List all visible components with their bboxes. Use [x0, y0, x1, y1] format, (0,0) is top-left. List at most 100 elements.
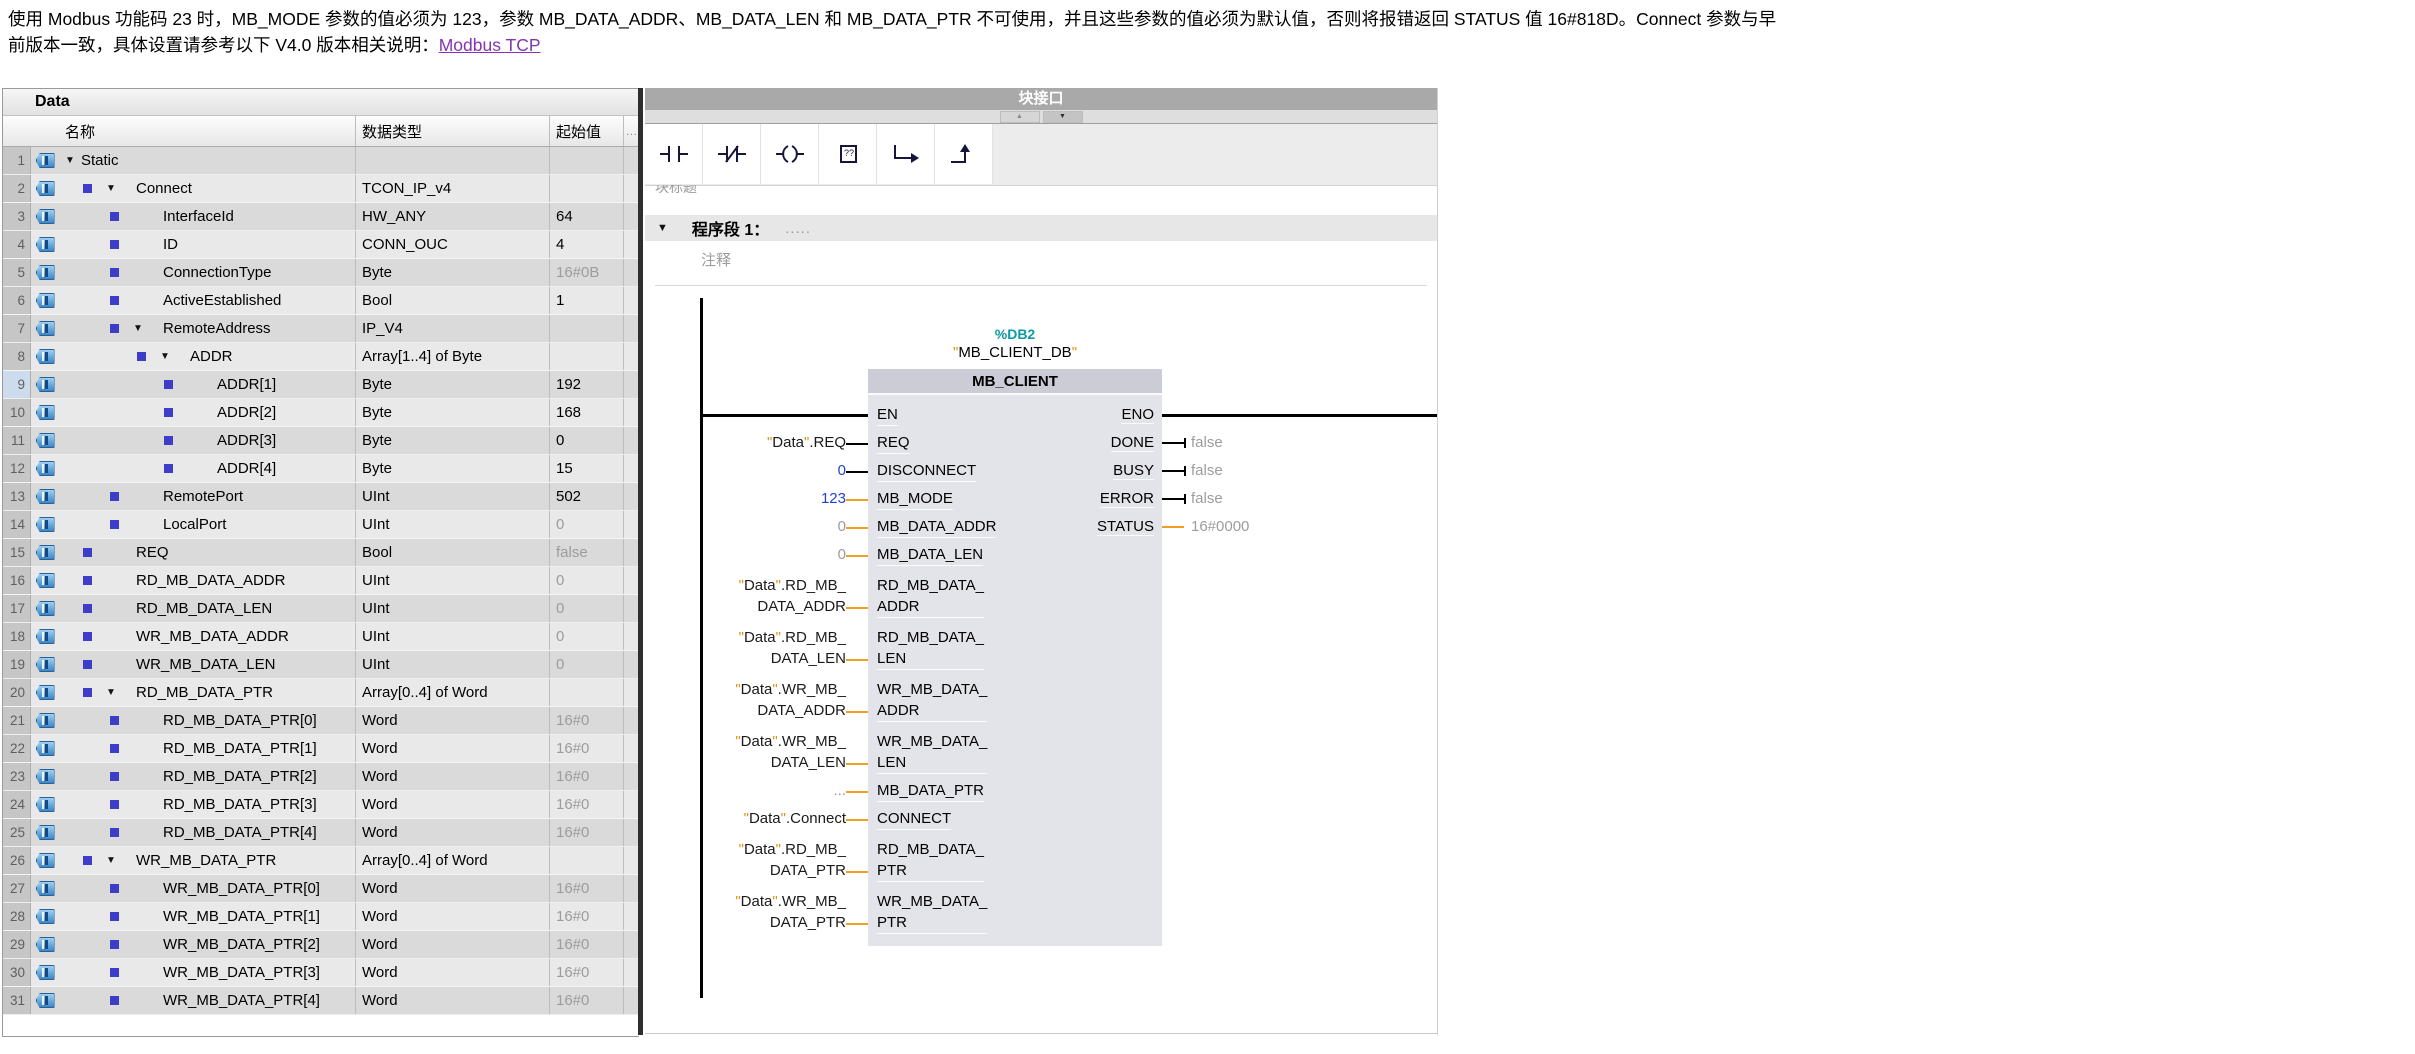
- cell-startvalue[interactable]: [549, 679, 623, 706]
- cell-name[interactable]: ▼ InterfaceId: [59, 203, 355, 230]
- cell-startvalue[interactable]: 16#0: [549, 903, 623, 930]
- cell-name[interactable]: ▼ ADDR: [59, 343, 355, 370]
- expand-caret-icon[interactable]: ▼: [65, 155, 75, 166]
- cell-startvalue[interactable]: 16#0: [549, 791, 623, 818]
- cell-datatype[interactable]: UInt: [355, 623, 549, 650]
- cell-datatype[interactable]: Word: [355, 791, 549, 818]
- cell-name[interactable]: ▼ RemotePort: [59, 483, 355, 510]
- pin-operand[interactable]: 123: [700, 488, 846, 510]
- header-startvalue[interactable]: 起始值: [549, 116, 623, 146]
- expand-caret-icon[interactable]: ▼: [106, 183, 116, 194]
- cell-startvalue[interactable]: 0: [549, 623, 623, 650]
- pin-operand[interactable]: "Data".RD_MB_ DATA_ADDR: [700, 575, 846, 618]
- header-more[interactable]: …: [623, 116, 639, 146]
- pin-operand[interactable]: ...: [700, 780, 846, 802]
- cell-startvalue[interactable]: 16#0: [549, 931, 623, 958]
- header-datatype[interactable]: 数据类型: [355, 116, 549, 146]
- expand-caret-icon[interactable]: ▼: [160, 351, 170, 362]
- cell-startvalue[interactable]: [549, 175, 623, 202]
- cell-datatype[interactable]: UInt: [355, 567, 549, 594]
- cell-startvalue[interactable]: [549, 343, 623, 370]
- instance-db-number[interactable]: %DB2: [868, 326, 1162, 342]
- pin-label[interactable]: MB_DATA_PTR: [868, 780, 984, 802]
- network-comment[interactable]: 注释: [701, 249, 731, 270]
- cell-startvalue[interactable]: false: [549, 539, 623, 566]
- pin-operand[interactable]: "Data".WR_MB_ DATA_PTR: [700, 891, 846, 934]
- contact-open-icon[interactable]: [645, 124, 703, 184]
- splitter-collapse-up-button[interactable]: ▲: [1000, 111, 1040, 123]
- cell-name[interactable]: ▼ ADDR[1]: [59, 371, 355, 398]
- pin-label[interactable]: MB_DATA_LEN: [868, 544, 983, 566]
- header-name[interactable]: 名称: [59, 116, 355, 146]
- cell-datatype[interactable]: Byte: [355, 259, 549, 286]
- cell-datatype[interactable]: Bool: [355, 287, 549, 314]
- coil-icon[interactable]: [761, 124, 819, 184]
- cell-startvalue[interactable]: 16#0B: [549, 259, 623, 286]
- pin-label[interactable]: MB_MODE: [868, 488, 953, 510]
- cell-datatype[interactable]: Array[0..4] of Word: [355, 847, 549, 874]
- cell-datatype[interactable]: Byte: [355, 427, 549, 454]
- pin-operand[interactable]: 0: [700, 544, 846, 566]
- modbus-tcp-link[interactable]: Modbus TCP: [439, 35, 541, 55]
- cell-startvalue[interactable]: 0: [549, 567, 623, 594]
- cell-datatype[interactable]: Word: [355, 931, 549, 958]
- cell-startvalue[interactable]: 0: [549, 511, 623, 538]
- cell-startvalue[interactable]: 0: [549, 427, 623, 454]
- pin-label[interactable]: REQ: [868, 432, 910, 454]
- cell-name[interactable]: ▼ RD_MB_DATA_LEN: [59, 595, 355, 622]
- cell-datatype[interactable]: Word: [355, 987, 549, 1014]
- cell-startvalue[interactable]: [549, 315, 623, 342]
- cell-datatype[interactable]: UInt: [355, 651, 549, 678]
- cell-datatype[interactable]: Byte: [355, 371, 549, 398]
- cell-datatype[interactable]: Array[0..4] of Word: [355, 679, 549, 706]
- cell-datatype[interactable]: Word: [355, 819, 549, 846]
- open-branch-icon[interactable]: [877, 124, 935, 184]
- cell-startvalue[interactable]: 192: [549, 371, 623, 398]
- cell-datatype[interactable]: Word: [355, 735, 549, 762]
- network-title-placeholder[interactable]: .....: [785, 220, 811, 237]
- cell-name[interactable]: ▼ Connect: [59, 175, 355, 202]
- contact-closed-icon[interactable]: [703, 124, 761, 184]
- fbd-block-title[interactable]: MB_CLIENT: [868, 369, 1162, 395]
- pin-operand[interactable]: 0: [700, 516, 846, 538]
- cell-startvalue[interactable]: 0: [549, 651, 623, 678]
- cell-datatype[interactable]: UInt: [355, 483, 549, 510]
- cell-startvalue[interactable]: 16#0: [549, 707, 623, 734]
- cell-name[interactable]: ▼ ID: [59, 231, 355, 258]
- expand-caret-icon[interactable]: ▼: [133, 323, 143, 334]
- pin-operand[interactable]: 0: [700, 460, 846, 482]
- pin-operand[interactable]: "Data".RD_MB_ DATA_LEN: [700, 627, 846, 670]
- cell-name[interactable]: ▼ WR_MB_DATA_PTR: [59, 847, 355, 874]
- cell-datatype[interactable]: Byte: [355, 399, 549, 426]
- cell-name[interactable]: ▼ ActiveEstablished: [59, 287, 355, 314]
- cell-startvalue[interactable]: 168: [549, 399, 623, 426]
- cell-name[interactable]: ▼ WR_MB_DATA_PTR[1]: [59, 903, 355, 930]
- cell-name[interactable]: ▼ WR_MB_DATA_PTR[2]: [59, 931, 355, 958]
- pin-label[interactable]: RD_MB_DATA_ LEN: [868, 627, 984, 670]
- pin-label[interactable]: DISCONNECT: [868, 460, 976, 482]
- cell-startvalue[interactable]: 16#0: [549, 763, 623, 790]
- cell-datatype[interactable]: HW_ANY: [355, 203, 549, 230]
- pin-label[interactable]: EN: [868, 404, 898, 426]
- pin-label[interactable]: WR_MB_DATA_ LEN: [868, 731, 987, 774]
- cell-datatype[interactable]: TCON_IP_v4: [355, 175, 549, 202]
- cell-name[interactable]: ▼ WR_MB_DATA_PTR[3]: [59, 959, 355, 986]
- cell-datatype[interactable]: Byte: [355, 455, 549, 482]
- empty-box-icon[interactable]: ??: [819, 124, 877, 184]
- panel-divider[interactable]: [638, 88, 643, 1035]
- cell-startvalue[interactable]: 16#0: [549, 735, 623, 762]
- output-pin-label[interactable]: STATUS: [1006, 518, 1154, 535]
- cell-datatype[interactable]: [355, 147, 549, 174]
- cell-name[interactable]: ▼ ConnectionType: [59, 259, 355, 286]
- cell-datatype[interactable]: Bool: [355, 539, 549, 566]
- cell-name[interactable]: ▼ RD_MB_DATA_PTR: [59, 679, 355, 706]
- output-pin-label[interactable]: BUSY: [1006, 462, 1154, 479]
- cell-name[interactable]: ▼ RD_MB_DATA_PTR[1]: [59, 735, 355, 762]
- output-pin-label[interactable]: ENO: [1006, 406, 1154, 423]
- output-value[interactable]: false: [1191, 434, 1223, 451]
- cell-startvalue[interactable]: 4: [549, 231, 623, 258]
- cell-datatype[interactable]: Word: [355, 903, 549, 930]
- output-pin-label[interactable]: ERROR: [1006, 490, 1154, 507]
- cell-name[interactable]: ▼ RD_MB_DATA_PTR[3]: [59, 791, 355, 818]
- cell-name[interactable]: ▼ WR_MB_DATA_PTR[0]: [59, 875, 355, 902]
